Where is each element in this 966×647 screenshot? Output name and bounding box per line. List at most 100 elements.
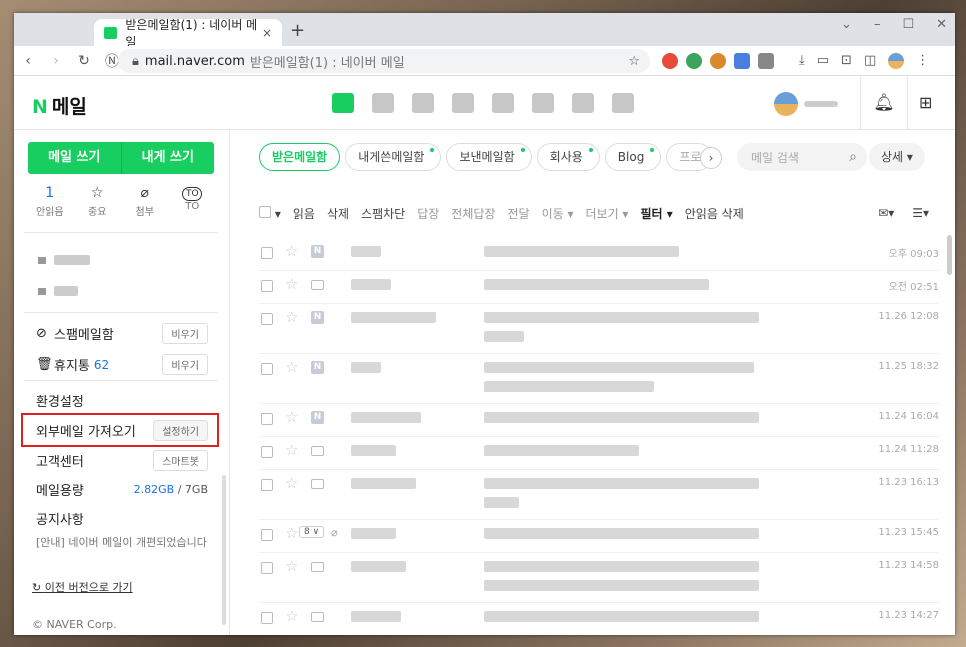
trash-folder[interactable]: 🗑︎ 휴지통 62 비우기: [36, 354, 208, 375]
block-spam-button[interactable]: 스팸차단: [361, 205, 405, 222]
move-button[interactable]: 이동 ▾: [542, 205, 574, 222]
quick-unread[interactable]: 1 안읽음: [30, 185, 70, 218]
reply-button[interactable]: 답장: [417, 205, 439, 222]
write-to-self-button[interactable]: 내게 쓰기: [122, 142, 215, 174]
quick-important[interactable]: ☆ 중요: [77, 185, 117, 218]
star-icon[interactable]: ☆: [285, 358, 298, 376]
mybox-service-icon[interactable]: [492, 93, 514, 113]
star-icon[interactable]: ☆: [285, 308, 298, 326]
table-row[interactable]: ☆ N 11.26 12:08: [259, 304, 939, 354]
bookmark-star-icon[interactable]: ☆: [628, 54, 640, 69]
table-row[interactable]: ☆ 11.23 16:13: [259, 470, 939, 520]
notice-link[interactable]: [안내] 네이버 메일이 개편되었습니다: [36, 534, 207, 550]
detail-search-button[interactable]: 상세 ▾: [869, 143, 925, 171]
tab-search-icon[interactable]: ⌄: [841, 17, 852, 32]
download-icon[interactable]: ⤓: [799, 53, 805, 69]
sidebar-panel-icon[interactable]: ◫: [864, 53, 876, 69]
table-row[interactable]: ☆ 11.23 14:58: [259, 553, 939, 603]
browser-menu-icon[interactable]: ⋮: [916, 53, 929, 69]
browser-tab[interactable]: 받은메일함(1) : 네이버 메일 ×: [94, 18, 282, 49]
star-icon[interactable]: ☆: [285, 441, 298, 459]
calendar-service-icon[interactable]: [372, 93, 394, 113]
tab-blog[interactable]: Blog: [604, 143, 662, 171]
table-row[interactable]: ☆ 8 ∨ ⌀ 11.23 15:45: [259, 520, 939, 553]
close-window-button[interactable]: ✕: [936, 17, 947, 32]
table-row[interactable]: ☆ N 11.25 18:32: [259, 354, 939, 404]
forward-icon[interactable]: ›: [42, 53, 70, 69]
table-row[interactable]: ☆ 11.24 11:28: [259, 437, 939, 470]
naver-mail-icon: N: [311, 411, 324, 424]
tab-sent[interactable]: 보낸메일함: [446, 143, 532, 171]
table-row[interactable]: ☆ N 11.24 16:04: [259, 404, 939, 437]
back-icon[interactable]: ‹: [14, 53, 42, 69]
reply-all-button[interactable]: 전체답장: [451, 205, 495, 222]
table-row[interactable]: ☆ N 오후 09:03: [259, 238, 939, 271]
star-icon[interactable]: ☆: [285, 408, 298, 426]
quick-attachment[interactable]: ⌀ 첨부: [125, 185, 165, 218]
thread-count-badge[interactable]: 8 ∨: [299, 526, 325, 538]
close-tab-icon[interactable]: ×: [262, 26, 272, 40]
notification-bell-icon[interactable]: 🔔︎: [860, 77, 908, 130]
forward-button[interactable]: 전달: [507, 205, 529, 222]
maximize-button[interactable]: ☐: [902, 17, 914, 32]
delete-unread-button[interactable]: 안읽음 삭제: [685, 205, 744, 222]
star-icon[interactable]: ☆: [285, 607, 298, 625]
star-icon[interactable]: ☆: [285, 474, 298, 492]
profile-avatar[interactable]: [888, 53, 905, 69]
tab-self-sent[interactable]: 내게쓴메일함: [345, 143, 442, 171]
extension-icon[interactable]: [710, 53, 726, 69]
new-tab-button[interactable]: +: [290, 20, 305, 41]
home-service-icon[interactable]: [572, 93, 594, 113]
support-row[interactable]: 고객센터 스마트봇: [36, 450, 208, 471]
quick-filters: 1 안읽음 ☆ 중요 ⌀ 첨부 TO TO: [26, 185, 216, 218]
filter-button[interactable]: 필터 ▾: [640, 205, 672, 222]
extension-icon[interactable]: [686, 53, 702, 69]
empty-trash-button[interactable]: 비우기: [162, 354, 208, 375]
list-options-icon[interactable]: ☰▾: [912, 206, 929, 220]
write-mail-button[interactable]: 메일 쓰기: [28, 142, 122, 174]
memo-service-icon[interactable]: [412, 93, 434, 113]
sidebar-scrollbar[interactable]: [222, 475, 226, 625]
settings-link[interactable]: 환경설정: [36, 391, 208, 410]
star-icon[interactable]: ☆: [285, 524, 298, 542]
search-icon[interactable]: ⌕: [849, 149, 857, 165]
view-mode-icon[interactable]: ✉▾: [878, 206, 894, 220]
mail-service-icon[interactable]: [332, 93, 354, 113]
empty-spam-button[interactable]: 비우기: [162, 323, 208, 344]
bookmark-service-icon[interactable]: [612, 93, 634, 113]
mail-search-input[interactable]: 메일 검색 ⌕: [737, 143, 867, 171]
star-icon[interactable]: ☆: [285, 242, 298, 260]
table-row[interactable]: ☆ 11.23 14:27: [259, 603, 939, 635]
star-icon[interactable]: ☆: [285, 557, 298, 575]
minimize-button[interactable]: –: [874, 17, 881, 32]
tabs-next-arrow-icon[interactable]: ›: [700, 147, 722, 169]
table-row[interactable]: ☆ 오전 02:51: [259, 271, 939, 304]
app-grid-icon[interactable]: ⊞: [919, 93, 932, 112]
user-avatar[interactable]: [774, 92, 798, 116]
quick-to-me[interactable]: TO TO: [172, 185, 212, 218]
url-field[interactable]: 🔒︎ mail.naver.com 받은메일함(1) : 네이버 메일 ☆: [118, 49, 650, 73]
extension-icon[interactable]: [662, 53, 678, 69]
star-icon[interactable]: ☆: [285, 275, 298, 293]
mail-list-scrollbar[interactable]: [947, 235, 952, 275]
tab-inbox[interactable]: 받은메일함: [259, 143, 341, 171]
naver-mail-logo[interactable]: N 메일: [32, 92, 87, 119]
folder-item[interactable]: [38, 255, 90, 265]
office-service-icon[interactable]: [532, 93, 554, 113]
user-name[interactable]: [804, 101, 838, 107]
smartbot-button[interactable]: 스마트봇: [153, 450, 208, 471]
tab-company[interactable]: 회사용: [536, 143, 600, 171]
cast-icon[interactable]: ▭: [817, 53, 829, 69]
more-button[interactable]: 더보기 ▾: [585, 205, 628, 222]
contacts-service-icon[interactable]: [452, 93, 474, 113]
reload-icon[interactable]: ↻: [70, 53, 98, 69]
translate-extension-icon[interactable]: [734, 53, 750, 69]
delete-button[interactable]: 삭제: [327, 205, 349, 222]
extension-icon[interactable]: [758, 53, 774, 69]
screenshot-icon[interactable]: ⊡: [841, 53, 852, 69]
spam-folder[interactable]: ⊘ 스팸메일함 비우기: [36, 323, 208, 344]
old-version-link[interactable]: ↻ 이전 버전으로 가기: [32, 579, 133, 595]
select-all-checkbox[interactable]: ▾: [259, 205, 281, 221]
folder-item[interactable]: [38, 286, 78, 296]
mark-read-button[interactable]: 읽음: [293, 205, 315, 222]
